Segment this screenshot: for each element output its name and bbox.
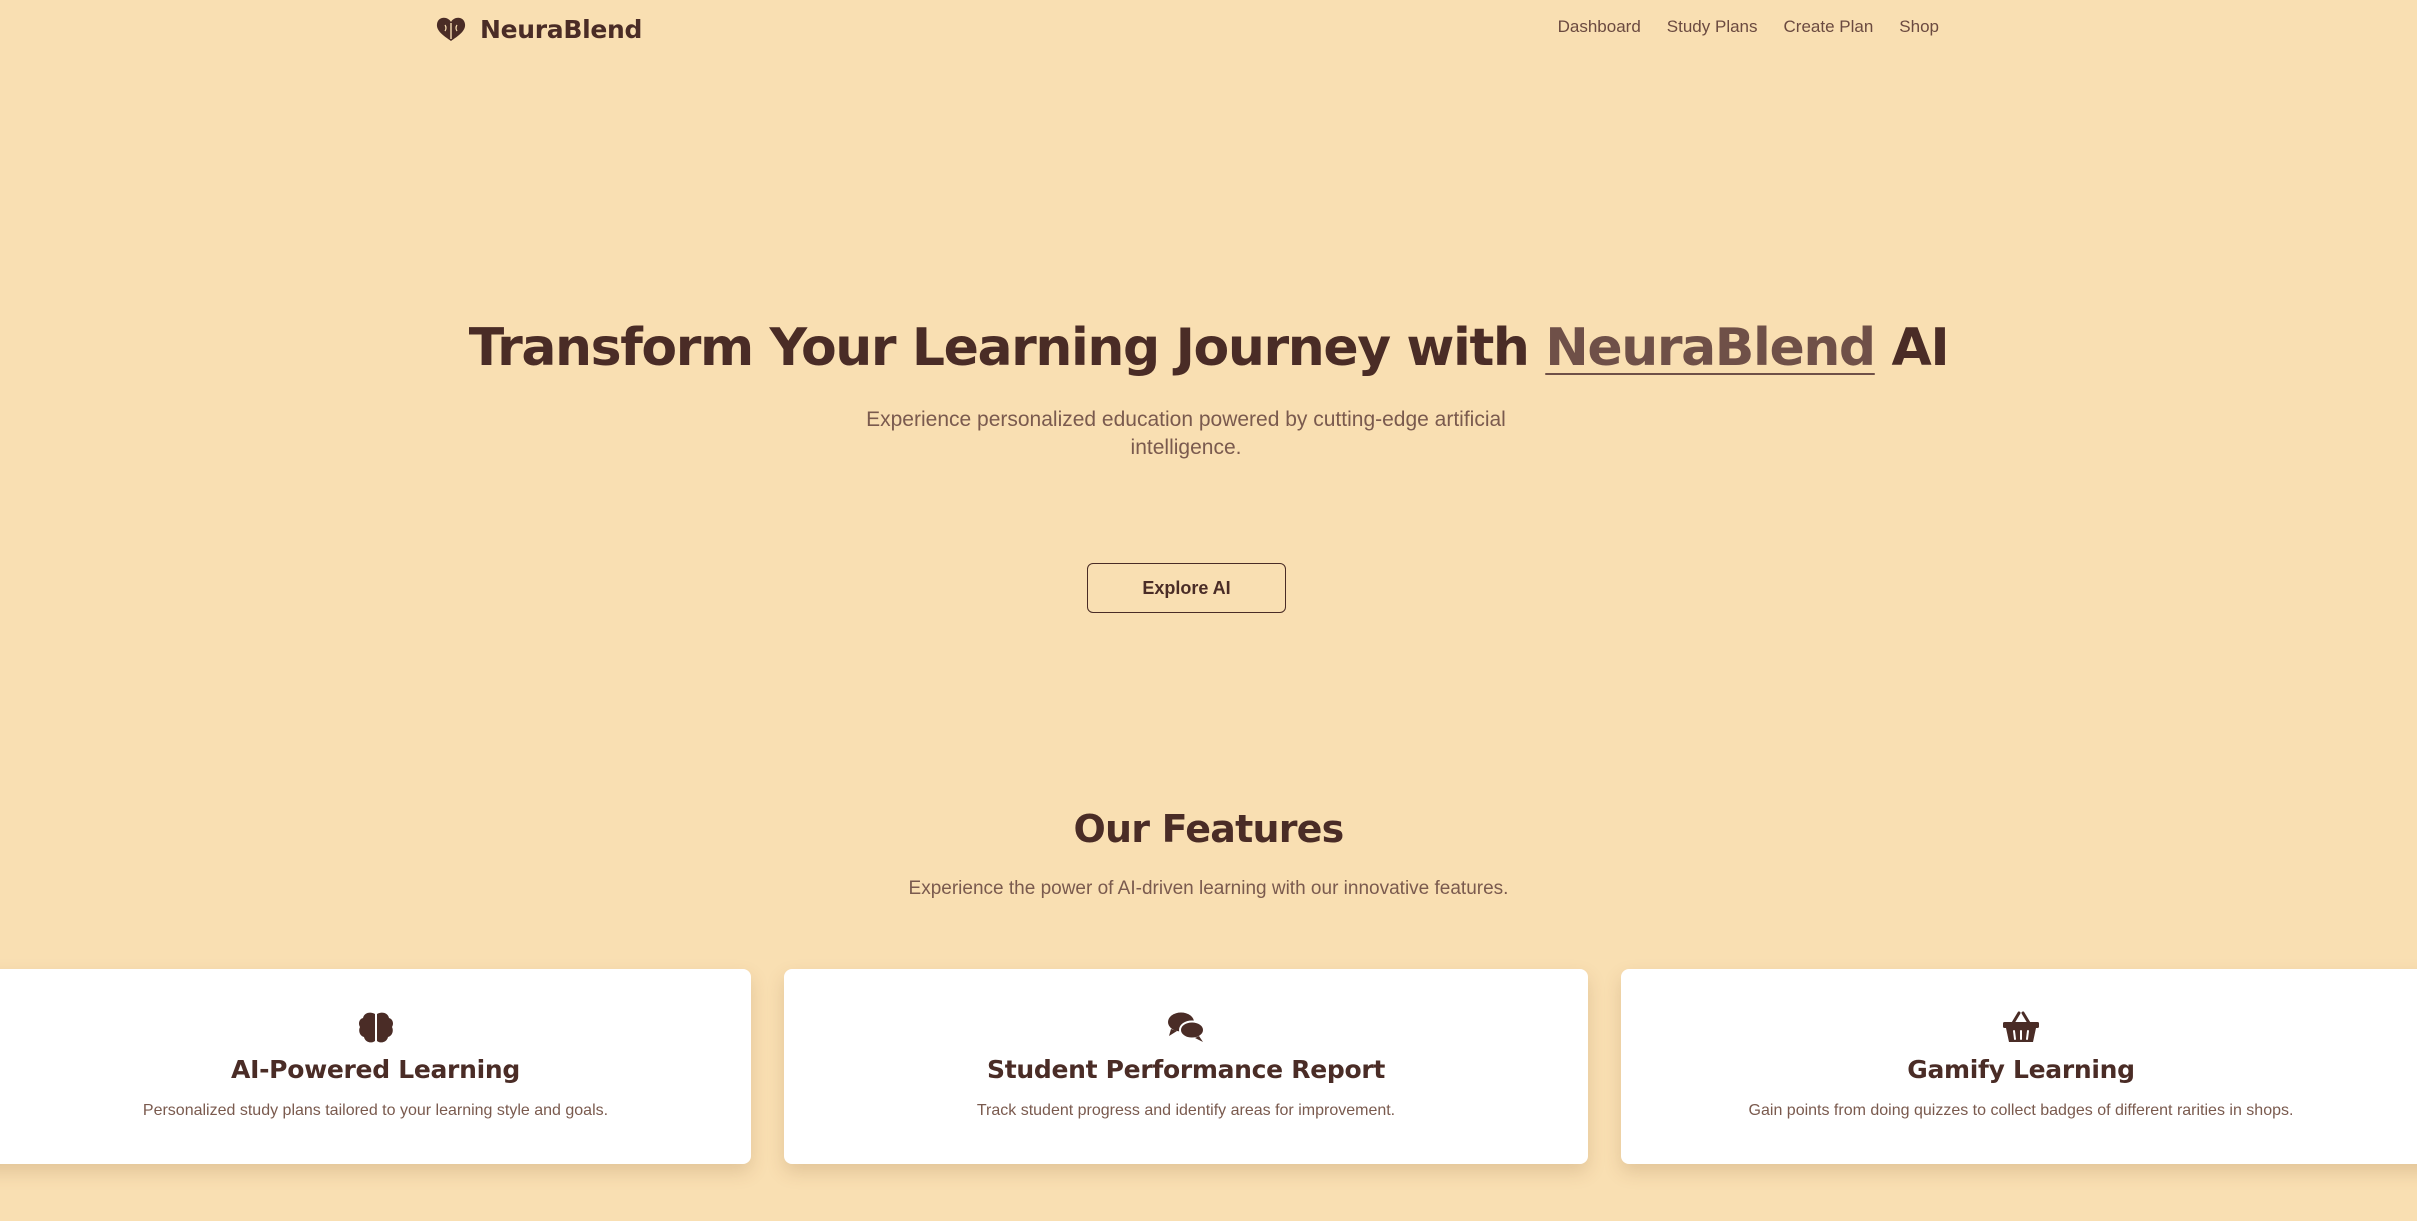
- heart-brain-icon: [436, 17, 466, 41]
- feature-card-title: Gamify Learning: [1907, 1055, 2135, 1084]
- features-title: Our Features: [1073, 807, 1345, 851]
- feature-card-gamify: Gamify Learning Gain points from doing q…: [1621, 969, 2417, 1164]
- landing-page: NeuraBlend Dashboard Study Plans Create …: [0, 0, 2417, 1221]
- explore-ai-button[interactable]: Explore AI: [1087, 563, 1286, 613]
- feature-card-description: Personalized study plans tailored to you…: [142, 1102, 609, 1119]
- brain-icon: [358, 1012, 393, 1043]
- feature-card-description: Track student progress and identify area…: [976, 1102, 1396, 1119]
- features-subtitle: Experience the power of AI-driven learni…: [908, 878, 1509, 899]
- feature-card-description: Gain points from doing quizzes to collec…: [1748, 1102, 2294, 1119]
- feature-card-performance-report: Student Performance Report Track student…: [784, 969, 1588, 1164]
- nav-link-create-plan[interactable]: Create Plan: [1784, 17, 1874, 37]
- hero-title-suffix: AI: [1874, 318, 1949, 378]
- comments-icon: [1168, 1012, 1205, 1042]
- top-navbar: NeuraBlend Dashboard Study Plans Create …: [0, 0, 2417, 60]
- brand-name: NeuraBlend: [480, 14, 643, 44]
- nav-link-shop[interactable]: Shop: [1899, 17, 1939, 37]
- nav-link-dashboard[interactable]: Dashboard: [1558, 17, 1641, 37]
- feature-card-title: Student Performance Report: [987, 1055, 1385, 1084]
- brand-logo-link[interactable]: NeuraBlend: [436, 12, 642, 46]
- hero-title-prefix: Transform Your Learning Journey with: [468, 318, 1546, 378]
- basket-icon: [2003, 1011, 2039, 1042]
- feature-card-title: AI-Powered Learning: [231, 1055, 520, 1084]
- feature-card-ai-learning: AI-Powered Learning Personalized study p…: [0, 969, 751, 1164]
- nav-links: Dashboard Study Plans Create Plan Shop: [1558, 17, 1939, 37]
- hero-title: Transform Your Learning Journey with Neu…: [0, 318, 2417, 378]
- nav-link-study-plans[interactable]: Study Plans: [1667, 17, 1758, 37]
- hero-title-highlight: NeuraBlend: [1545, 318, 1876, 378]
- hero-subtitle: Experience personalized education powere…: [866, 408, 1506, 459]
